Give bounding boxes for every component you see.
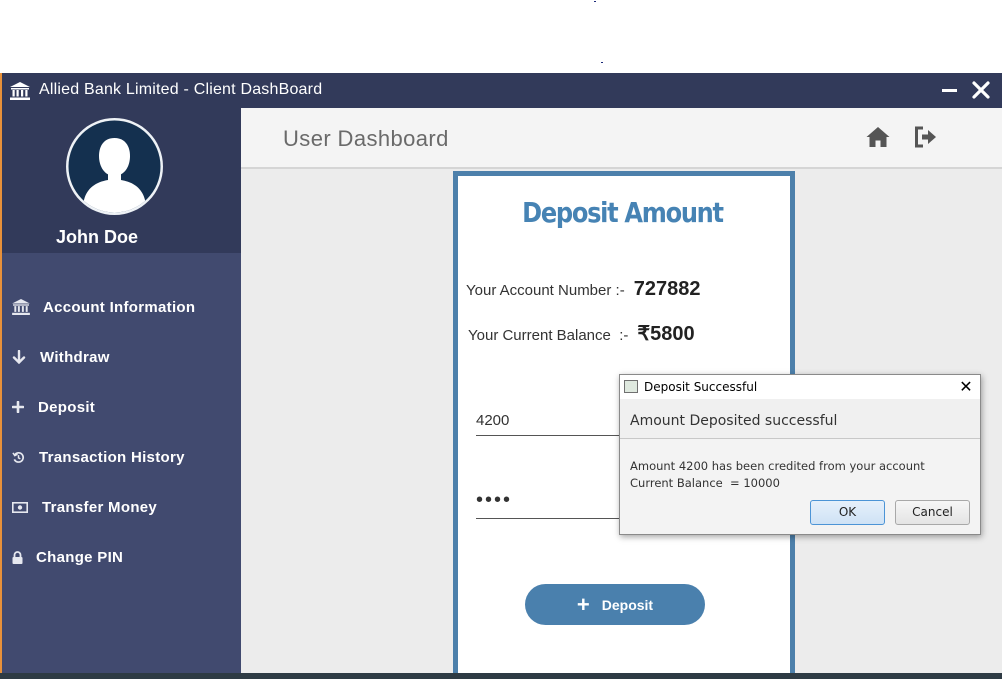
ok-button[interactable]: OK (810, 500, 885, 525)
sidebar-item-label: Transaction History (39, 448, 185, 466)
sidebar: John Doe Account Information Withdraw De… (2, 108, 241, 673)
dialog-header-text: Amount Deposited successful (630, 413, 838, 429)
dialog-title: Deposit Successful (644, 380, 758, 394)
sidebar-item-label: Withdraw (40, 348, 110, 366)
avatar (66, 118, 163, 215)
logout-icon (915, 126, 936, 148)
dialog-message: Amount 4200 has been credited from your … (630, 458, 925, 492)
close-window-button[interactable] (968, 77, 994, 103)
plus-icon: + (576, 591, 590, 617)
home-button[interactable] (865, 125, 893, 153)
screen: Allied Bank Limited - Client DashBoard J… (0, 0, 1002, 679)
sidebar-item-label: Transfer Money (42, 498, 158, 516)
history-icon (12, 451, 39, 464)
cancel-button[interactable]: Cancel (895, 500, 970, 525)
current-balance-label: Your Current Balance :- (468, 327, 629, 344)
plus-icon (12, 401, 38, 413)
dialog-header: Amount Deposited successful (620, 399, 980, 439)
home-icon (866, 127, 890, 147)
user-profile: John Doe (2, 108, 241, 253)
current-balance-value: ₹5800 (637, 323, 695, 345)
sidebar-item-transaction-history[interactable]: Transaction History (12, 442, 232, 472)
arrow-down-icon (12, 350, 40, 364)
dialog-message-line: Amount 4200 has been credited from your … (630, 459, 925, 473)
java-app-icon (624, 380, 638, 393)
pin-input[interactable]: •••• (476, 481, 636, 519)
sidebar-item-account-information[interactable]: Account Information (12, 292, 232, 322)
dashboard-header: User Dashboard (241, 108, 1002, 169)
logout-button[interactable] (913, 125, 941, 153)
sidebar-item-label: Account Information (43, 298, 196, 316)
minimize-button[interactable] (937, 77, 963, 103)
desktop-speck (594, 1, 596, 2)
dialog-message-line: Current Balance = 10000 (630, 476, 780, 490)
sidebar-item-label: Deposit (38, 398, 96, 416)
window-title: Allied Bank Limited - Client DashBoard (39, 81, 323, 98)
current-balance-row: Your Current Balance :- ₹5800 (468, 321, 695, 346)
sidebar-item-change-pin[interactable]: Change PIN (12, 542, 232, 572)
sidebar-item-withdraw[interactable]: Withdraw (12, 342, 232, 372)
deposit-button[interactable]: + Deposit (525, 584, 705, 625)
dialog-titlebar: Deposit Successful ✕ (620, 375, 980, 399)
window-titlebar: Allied Bank Limited - Client DashBoard (2, 73, 1002, 108)
bank-icon (12, 299, 38, 315)
lock-icon (12, 550, 36, 564)
sidebar-item-label: Change PIN (36, 548, 124, 566)
money-icon (12, 501, 42, 513)
deposit-successful-dialog: Deposit Successful ✕ Amount Deposited su… (619, 374, 981, 535)
page-title: User Dashboard (283, 126, 449, 151)
deposit-button-label: Deposit (601, 596, 654, 613)
sidebar-item-deposit[interactable]: Deposit (12, 392, 232, 422)
bank-icon (10, 82, 30, 100)
deposit-form-title: Deposit Amount (522, 196, 724, 229)
desktop-background-strip (0, 672, 1002, 679)
deposit-amount-input[interactable]: 4200 (476, 398, 636, 436)
account-number-label: Your Account Number :- (466, 282, 625, 299)
account-number-row: Your Account Number :- 727882 (466, 278, 700, 301)
client-dashboard-window: Allied Bank Limited - Client DashBoard J… (0, 73, 1002, 673)
user-name: John Doe (55, 227, 138, 247)
desktop-speck (601, 62, 603, 63)
sidebar-item-transfer-money[interactable]: Transfer Money (12, 492, 232, 522)
dialog-close-button[interactable]: ✕ (956, 377, 976, 397)
account-number-value: 727882 (633, 278, 701, 300)
